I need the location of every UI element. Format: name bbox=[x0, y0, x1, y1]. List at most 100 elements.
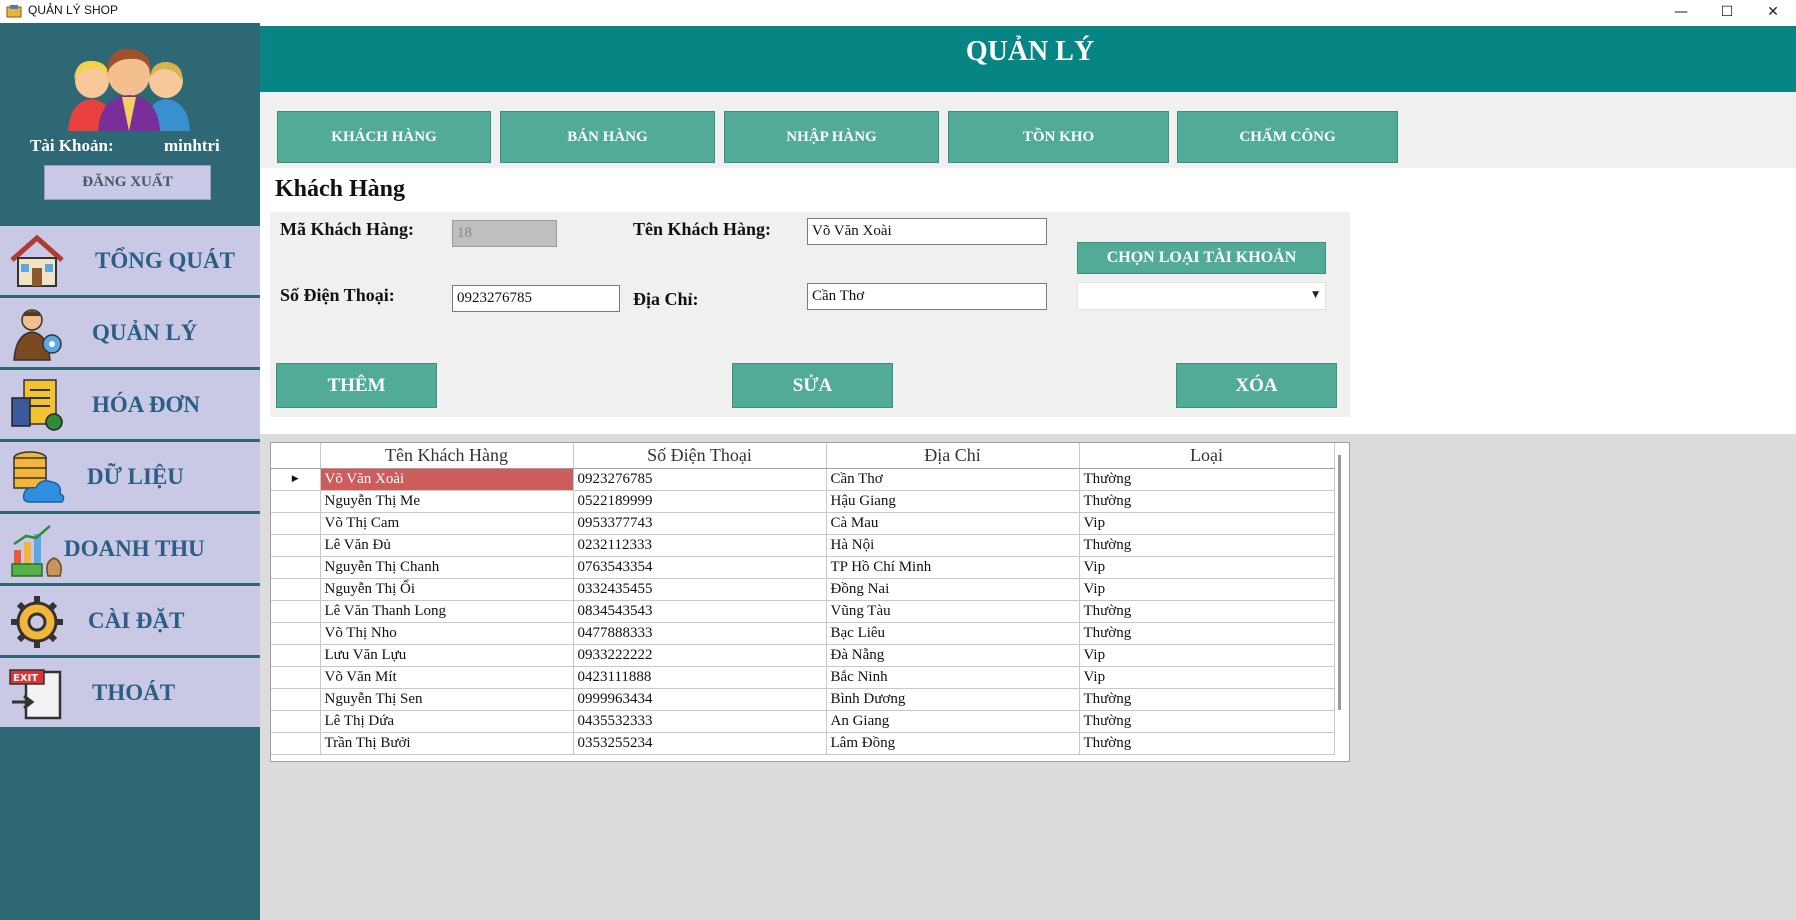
address-field[interactable] bbox=[807, 283, 1047, 310]
table-row[interactable]: Lê Thị Dứa 0435532333 An Giang Thường bbox=[271, 710, 1335, 733]
table-cell[interactable]: 0834543543 bbox=[573, 600, 827, 623]
column-header[interactable]: Số Điện Thoại bbox=[573, 443, 827, 469]
tab-sales[interactable]: BÁN HÀNG bbox=[500, 111, 715, 163]
menu-item-management[interactable]: QUẢN LÝ bbox=[0, 298, 260, 370]
table-cell[interactable]: 0435532333 bbox=[573, 710, 827, 733]
table-cell[interactable]: 0232112333 bbox=[573, 534, 827, 557]
table-cell[interactable]: Bình Dương bbox=[826, 688, 1080, 711]
row-header-cell[interactable] bbox=[271, 600, 321, 623]
table-cell[interactable]: Võ Thị Cam bbox=[320, 512, 574, 535]
table-cell[interactable]: Lê Thị Dứa bbox=[320, 710, 574, 733]
table-cell[interactable]: Thường bbox=[1079, 468, 1335, 491]
menu-item-invoice[interactable]: HÓA ĐƠN bbox=[0, 370, 260, 442]
table-cell[interactable]: Vip bbox=[1079, 644, 1335, 667]
menu-item-exit[interactable]: EXIT THOÁT bbox=[0, 658, 260, 730]
table-cell[interactable]: 0522189999 bbox=[573, 490, 827, 513]
table-cell[interactable]: 0999963434 bbox=[573, 688, 827, 711]
menu-item-settings[interactable]: CÀI ĐẶT bbox=[0, 586, 260, 658]
menu-item-data[interactable]: DỮ LIỆU bbox=[0, 442, 260, 514]
maximize-button[interactable]: ☐ bbox=[1704, 0, 1750, 23]
table-cell[interactable]: Thường bbox=[1079, 710, 1335, 733]
table-row[interactable]: ▶ Võ Văn Xoài 0923276785 Cần Thơ Thường bbox=[271, 468, 1335, 491]
edit-button[interactable]: SỬA bbox=[732, 363, 893, 408]
row-header-cell[interactable] bbox=[271, 710, 321, 733]
table-cell[interactable]: Võ Thị Nho bbox=[320, 622, 574, 645]
table-cell[interactable]: Thường bbox=[1079, 600, 1335, 623]
table-cell[interactable]: An Giang bbox=[826, 710, 1080, 733]
table-row[interactable]: Lê Văn Đủ 0232112333 Hà Nội Thường bbox=[271, 534, 1335, 557]
tab-inventory[interactable]: TỒN KHO bbox=[948, 111, 1169, 163]
row-header-cell[interactable] bbox=[271, 490, 321, 513]
choose-account-type-button[interactable]: CHỌN LOẠI TÀI KHOẢN bbox=[1077, 242, 1326, 274]
table-cell[interactable]: Lê Văn Đủ bbox=[320, 534, 574, 557]
row-header-cell[interactable] bbox=[271, 666, 321, 689]
table-cell[interactable]: Vũng Tàu bbox=[826, 600, 1080, 623]
tab-customers[interactable]: KHÁCH HÀNG bbox=[277, 111, 491, 163]
row-header-cell[interactable] bbox=[271, 556, 321, 579]
table-cell[interactable]: Thường bbox=[1079, 490, 1335, 513]
table-row[interactable]: Nguyễn Thị Sen 0999963434 Bình Dương Thường bbox=[271, 688, 1335, 711]
table-cell[interactable]: Thường bbox=[1079, 622, 1335, 645]
table-row[interactable]: Võ Văn Mít 0423111888 Bắc Ninh Vip bbox=[271, 666, 1335, 689]
table-cell[interactable]: 0477888333 bbox=[573, 622, 827, 645]
row-header-cell[interactable] bbox=[271, 512, 321, 535]
column-header[interactable]: Địa Chỉ bbox=[826, 443, 1080, 469]
table-cell[interactable]: 0332435455 bbox=[573, 578, 827, 601]
table-cell[interactable]: TP Hồ Chí Minh bbox=[826, 556, 1080, 579]
close-button[interactable]: ✕ bbox=[1750, 0, 1796, 23]
account-type-dropdown[interactable]: ▼ bbox=[1077, 282, 1326, 310]
row-header-cell[interactable] bbox=[271, 578, 321, 601]
table-cell[interactable]: Lâm Đồng bbox=[826, 732, 1080, 755]
table-cell[interactable]: Nguyễn Thị Ổi bbox=[320, 578, 574, 601]
table-row[interactable]: Nguyễn Thị Chanh 0763543354 TP Hồ Chí Minh… bbox=[271, 556, 1335, 579]
phone-field[interactable] bbox=[452, 285, 620, 312]
table-cell[interactable]: Vip bbox=[1079, 578, 1335, 601]
table-cell[interactable]: 0933222222 bbox=[573, 644, 827, 667]
table-cell[interactable]: Nguyễn Thị Me bbox=[320, 490, 574, 513]
menu-item-overview[interactable]: TỔNG QUÁT bbox=[0, 226, 260, 298]
table-cell[interactable]: Đồng Nai bbox=[826, 578, 1080, 601]
column-header[interactable]: Tên Khách Hàng bbox=[320, 443, 574, 469]
table-cell[interactable]: Nguyễn Thị Chanh bbox=[320, 556, 574, 579]
table-cell[interactable]: Thường bbox=[1079, 534, 1335, 557]
table-cell[interactable]: Hậu Giang bbox=[826, 490, 1080, 513]
table-row[interactable]: Lưu Văn Lựu 0933222222 Đà Nẵng Vip bbox=[271, 644, 1335, 667]
column-header[interactable]: Loại bbox=[1079, 443, 1335, 469]
add-button[interactable]: THÊM bbox=[276, 363, 437, 408]
table-cell[interactable]: Hà Nội bbox=[826, 534, 1080, 557]
table-cell[interactable]: Đà Nẵng bbox=[826, 644, 1080, 667]
table-row[interactable]: Lê Văn Thanh Long 0834543543 Vũng Tàu Thườn… bbox=[271, 600, 1335, 623]
table-cell[interactable]: 0763543354 bbox=[573, 556, 827, 579]
row-header-cell[interactable] bbox=[271, 688, 321, 711]
table-cell[interactable]: Bạc Liêu bbox=[826, 622, 1080, 645]
table-cell[interactable]: 0423111888 bbox=[573, 666, 827, 689]
table-cell[interactable]: Lê Văn Thanh Long bbox=[320, 600, 574, 623]
table-cell[interactable]: Vip bbox=[1079, 666, 1335, 689]
table-cell[interactable]: Võ Văn Xoài bbox=[320, 468, 574, 491]
table-cell[interactable]: Cần Thơ bbox=[826, 468, 1080, 491]
tab-attendance[interactable]: CHẤM CÔNG bbox=[1177, 111, 1398, 163]
table-cell[interactable]: Vip bbox=[1079, 512, 1335, 535]
table-row[interactable]: Võ Thị Nho 0477888333 Bạc Liêu Thường bbox=[271, 622, 1335, 645]
table-cell[interactable]: 0923276785 bbox=[573, 468, 827, 491]
table-cell[interactable]: Thường bbox=[1079, 688, 1335, 711]
table-cell[interactable]: Bắc Ninh bbox=[826, 666, 1080, 689]
table-cell[interactable]: 0353255234 bbox=[573, 732, 827, 755]
table-row[interactable]: Nguyễn Thị Ổi 0332435455 Đồng Nai Vip bbox=[271, 578, 1335, 601]
table-cell[interactable]: Trần Thị Bưởi bbox=[320, 732, 574, 755]
table-cell[interactable]: Vip bbox=[1079, 556, 1335, 579]
row-header-cell[interactable]: ▶ bbox=[271, 468, 321, 491]
table-cell[interactable]: Thường bbox=[1079, 732, 1335, 755]
customer-grid[interactable]: Tên Khách Hàng Số Điện Thoại Địa Chỉ Loạ… bbox=[270, 442, 1350, 762]
table-row[interactable]: Trần Thị Bưởi 0353255234 Lâm Đồng Thường bbox=[271, 732, 1335, 755]
table-cell[interactable]: Cà Mau bbox=[826, 512, 1080, 535]
table-row[interactable]: Nguyễn Thị Me 0522189999 Hậu Giang Thường bbox=[271, 490, 1335, 513]
row-header-cell[interactable] bbox=[271, 534, 321, 557]
delete-button[interactable]: XÓA bbox=[1176, 363, 1337, 408]
table-cell[interactable]: 0953377743 bbox=[573, 512, 827, 535]
grid-scrollbar[interactable] bbox=[1338, 455, 1341, 710]
customer-id-field[interactable] bbox=[452, 220, 557, 247]
row-header-cell[interactable] bbox=[271, 644, 321, 667]
customer-name-field[interactable] bbox=[807, 218, 1047, 245]
tab-imports[interactable]: NHẬP HÀNG bbox=[724, 111, 939, 163]
